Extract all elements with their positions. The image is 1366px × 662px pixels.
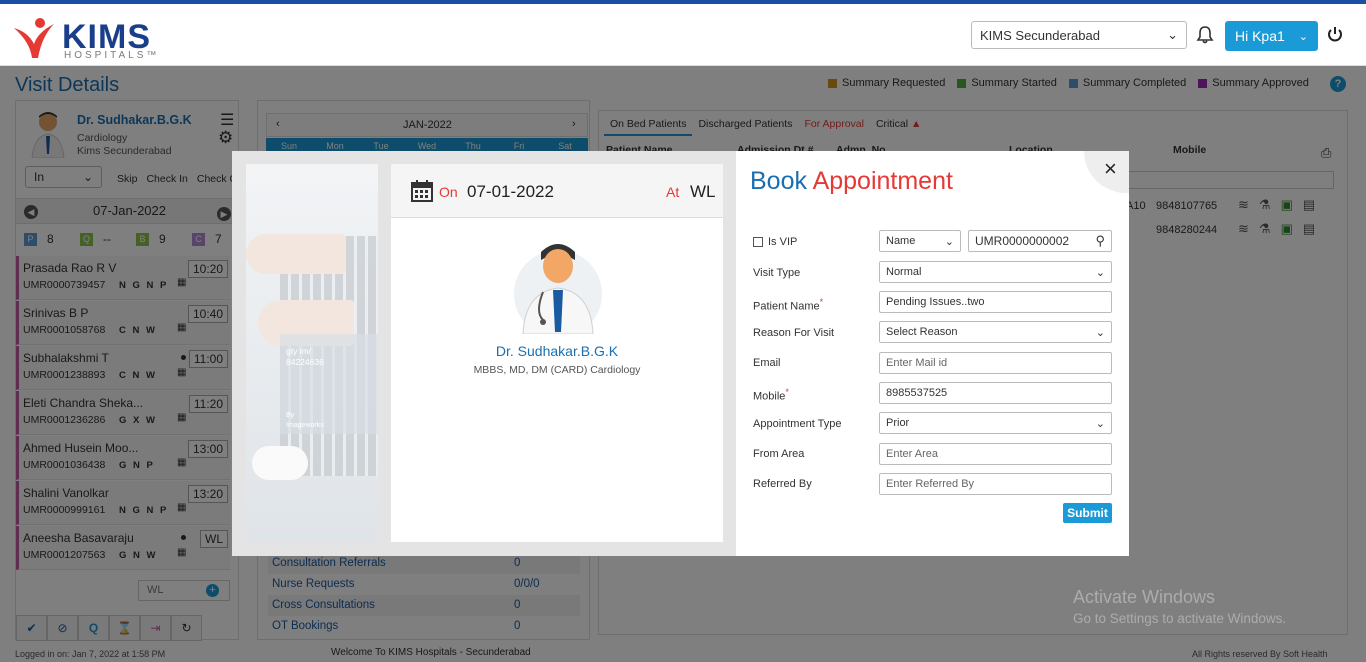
- appointment-type-label: Appointment Type: [753, 418, 842, 430]
- activation-watermark-sub: Go to Settings to activate Windows.: [1073, 611, 1287, 626]
- chevron-down-icon: ⌄: [1167, 27, 1178, 42]
- from-area-label: From Area: [753, 448, 805, 460]
- appointment-type-select[interactable]: Prior ⌄: [879, 412, 1112, 434]
- location-select[interactable]: KIMS Secunderabad ⌄: [971, 21, 1187, 49]
- photo-caption: By: [286, 412, 295, 419]
- appointment-time: WL: [690, 182, 716, 201]
- from-area-placeholder: Enter Area: [886, 448, 938, 460]
- app-header: KIMS HOSPITALS™ KIMS Secunderabad ⌄ Hi K…: [0, 4, 1366, 66]
- chevron-down-icon: ⌄: [1298, 30, 1309, 43]
- doctor-avatar: [514, 244, 602, 334]
- modal-doctor-name: Dr. Sudhakar.B.G.K: [495, 343, 619, 359]
- power-icon[interactable]: [1327, 26, 1343, 42]
- reason-label: Reason For Visit: [753, 327, 835, 339]
- referred-by-placeholder: Enter Referred By: [886, 478, 975, 490]
- patient-name-field[interactable]: Pending Issues..two: [879, 291, 1112, 313]
- mobile-label: Mobile*: [753, 387, 789, 403]
- is-vip-label: Is VIP: [768, 236, 798, 248]
- on-label: On: [439, 184, 458, 200]
- doctor-qualifications: MBBS, MD, DM (CARD) Cardiology: [473, 364, 641, 376]
- reason-select[interactable]: Select Reason ⌄: [879, 321, 1112, 343]
- visit-type-label: Visit Type: [753, 267, 801, 279]
- email-label: Email: [753, 357, 781, 369]
- mobile-value: 8985537525: [886, 387, 948, 399]
- referred-by-field[interactable]: Enter Referred By: [879, 473, 1112, 495]
- search-type-select[interactable]: Name ⌄: [879, 230, 961, 252]
- calendar-icon: [411, 180, 433, 202]
- visit-type-select[interactable]: Normal ⌄: [879, 261, 1112, 283]
- chevron-down-icon: ⌄: [944, 235, 954, 248]
- patient-name-value: Pending Issues..two: [886, 296, 985, 308]
- is-vip-checkbox[interactable]: [753, 237, 763, 247]
- patient-name-label: Patient Name*: [753, 297, 824, 313]
- logo-subtext: HOSPITALS™: [64, 50, 160, 61]
- patient-search-value: UMR0000000002: [975, 234, 1070, 248]
- user-menu-label: Hi Kpa1: [1234, 28, 1285, 44]
- from-area-field[interactable]: Enter Area: [879, 443, 1112, 465]
- title-part: Appointment: [812, 167, 953, 195]
- location-select-value: KIMS Secunderabad: [980, 27, 1100, 43]
- mobile-field[interactable]: 8985537525: [879, 382, 1112, 404]
- title-part: Book: [750, 167, 807, 195]
- bell-icon[interactable]: [1195, 25, 1215, 45]
- referred-by-label: Referred By: [753, 478, 812, 490]
- photo-caption: Imageworks: [286, 422, 324, 429]
- at-label: At: [666, 184, 680, 200]
- reason-value: Select Reason: [886, 326, 958, 338]
- modal-title: Book Appointment: [750, 167, 953, 196]
- chevron-down-icon: ⌄: [1095, 326, 1105, 339]
- patient-search-input[interactable]: UMR0000000002 ⚲: [968, 230, 1112, 252]
- keyboard-photo: gty im/ 84224636 By Imageworks: [246, 164, 378, 542]
- appointment-date: 07-01-2022: [467, 182, 554, 201]
- chevron-down-icon: ⌄: [1095, 266, 1105, 279]
- search-type-value: Name: [886, 235, 916, 247]
- visit-type-value: Normal: [886, 266, 922, 278]
- search-icon[interactable]: ⚲: [1095, 233, 1105, 249]
- close-icon[interactable]: ×: [1104, 157, 1117, 181]
- email-placeholder: Enter Mail id: [886, 357, 948, 369]
- photo-caption: 84224636: [286, 357, 324, 367]
- kims-logo-icon: [14, 18, 54, 58]
- photo-caption: gty im/: [286, 346, 312, 356]
- chevron-down-icon: ⌄: [1095, 417, 1105, 430]
- appointment-type-value: Prior: [886, 417, 910, 429]
- activation-watermark: Activate Windows: [1073, 587, 1216, 607]
- email-field[interactable]: Enter Mail id: [879, 352, 1112, 374]
- user-menu-button[interactable]: Hi Kpa1 ⌄: [1225, 21, 1318, 51]
- submit-button[interactable]: Submit: [1063, 503, 1112, 523]
